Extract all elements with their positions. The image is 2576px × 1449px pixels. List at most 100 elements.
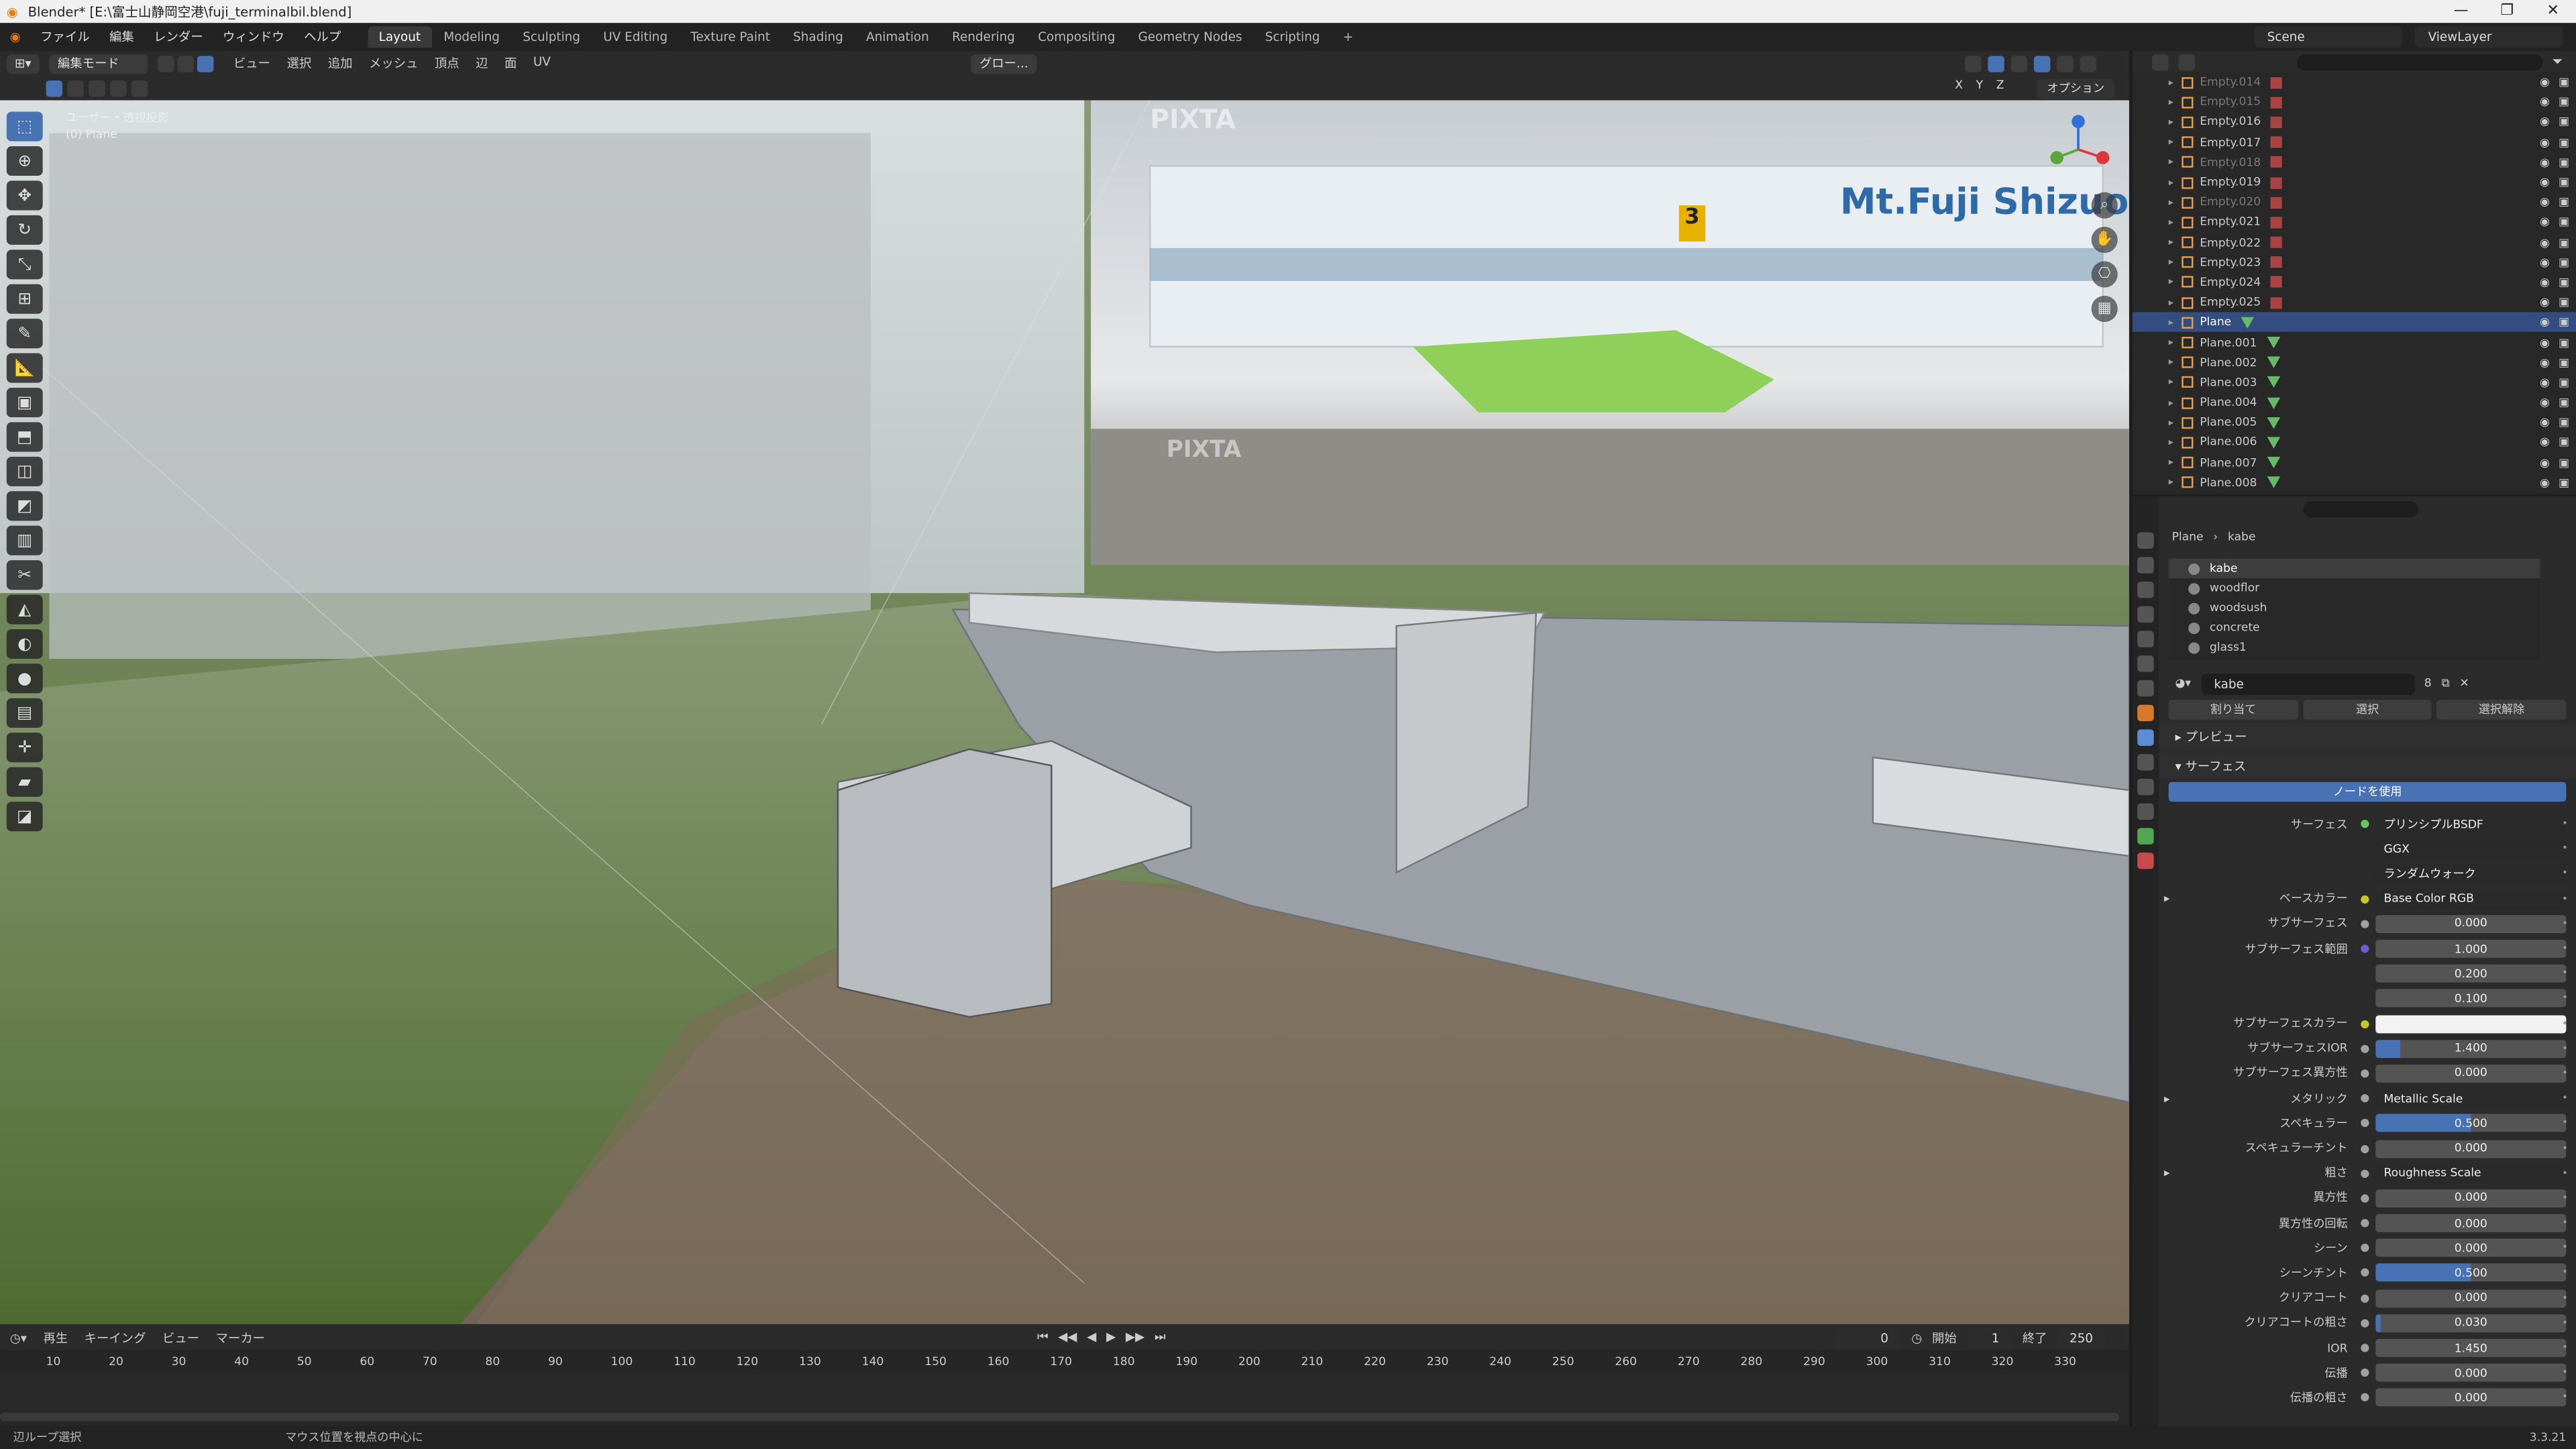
unlink-material-icon[interactable]: ✕ bbox=[2459, 677, 2469, 690]
render-camera-icon[interactable]: ▣ bbox=[2559, 196, 2569, 209]
socket-icon[interactable] bbox=[2361, 1119, 2369, 1128]
axis-y-toggle[interactable]: Y bbox=[1976, 79, 1983, 93]
visibility-eye-icon[interactable]: ◉ bbox=[2540, 96, 2550, 109]
expand-arrow-icon[interactable]: ▸ bbox=[2169, 457, 2174, 468]
property-field[interactable]: Metallic Scale bbox=[2375, 1089, 2567, 1108]
render-camera-icon[interactable]: ▣ bbox=[2559, 356, 2569, 370]
outliner-row[interactable]: ▸ Empty.025 ◉ ▣ bbox=[2133, 292, 2576, 313]
timeline-menu-item[interactable]: キーイング bbox=[85, 1328, 146, 1346]
timeline-body[interactable] bbox=[0, 1373, 2129, 1426]
expand-arrow-icon[interactable]: ▸ bbox=[2169, 277, 2174, 288]
annotate-tool-icon[interactable]: ✎ bbox=[6, 319, 43, 349]
property-field[interactable]: Base Color RGB bbox=[2375, 890, 2567, 908]
knife-tool-icon[interactable]: ✂ bbox=[6, 560, 43, 590]
keyframe-dot-icon[interactable]: • bbox=[2562, 1367, 2568, 1379]
timeline-menu-item[interactable]: 再生 bbox=[43, 1328, 68, 1346]
visibility-eye-icon[interactable]: ◉ bbox=[2540, 236, 2550, 250]
solid-shading-icon[interactable] bbox=[2033, 55, 2051, 72]
keyframe-dot-icon[interactable]: • bbox=[2562, 1342, 2568, 1354]
visibility-eye-icon[interactable]: ◉ bbox=[2540, 196, 2550, 209]
edge-select-icon[interactable] bbox=[177, 55, 195, 72]
axis-x-toggle[interactable]: X bbox=[1955, 79, 1963, 93]
play-icon[interactable]: ▶ bbox=[1106, 1329, 1116, 1345]
output-tab-icon[interactable] bbox=[2137, 581, 2154, 598]
workspace-tab[interactable]: Geometry Nodes bbox=[1127, 26, 1254, 48]
axis-z-toggle[interactable]: Z bbox=[1996, 79, 2004, 93]
keyframe-dot-icon[interactable]: • bbox=[2562, 943, 2568, 955]
property-slider[interactable]: 0.000 bbox=[2375, 914, 2567, 933]
wireframe-shading-icon[interactable] bbox=[2010, 55, 2028, 72]
expand-arrow-icon[interactable]: ▸ bbox=[2169, 156, 2174, 168]
visibility-eye-icon[interactable]: ◉ bbox=[2540, 356, 2550, 370]
material-slot[interactable]: woodflor bbox=[2169, 578, 2540, 598]
y-axis-icon[interactable] bbox=[2050, 151, 2063, 164]
visibility-eye-icon[interactable]: ◉ bbox=[2540, 456, 2550, 470]
property-slider[interactable]: 0.030 bbox=[2375, 1313, 2567, 1332]
property-slider[interactable]: 0.000 bbox=[2375, 1214, 2567, 1232]
property-field[interactable]: Roughness Scale bbox=[2375, 1164, 2567, 1183]
timeline-menu-item[interactable]: マーカー bbox=[216, 1328, 265, 1346]
outliner-row[interactable]: ▸ Empty.020 ◉ ▣ bbox=[2133, 193, 2576, 213]
outliner-row[interactable]: ▸ Plane.007 ◉ ▣ bbox=[2133, 453, 2576, 473]
next-key-icon[interactable]: ▶▶ bbox=[1126, 1329, 1144, 1345]
z-axis-icon[interactable] bbox=[2072, 115, 2085, 129]
render-camera-icon[interactable]: ▣ bbox=[2559, 96, 2569, 109]
material-shading-icon[interactable] bbox=[2057, 55, 2074, 72]
property-slider[interactable]: 0.500 bbox=[2375, 1264, 2567, 1283]
keyframe-dot-icon[interactable]: • bbox=[2562, 1168, 2568, 1179]
property-dropdown[interactable]: ランダムウォーク bbox=[2375, 865, 2567, 883]
workspace-tab[interactable]: Rendering bbox=[941, 26, 1026, 48]
expand-arrow-icon[interactable]: ▸ bbox=[2169, 337, 2174, 348]
socket-icon[interactable] bbox=[2361, 1293, 2369, 1303]
expand-arrow-icon[interactable]: ▸ bbox=[2169, 76, 2174, 88]
x-axis-icon[interactable] bbox=[2096, 151, 2110, 164]
socket-icon[interactable] bbox=[2361, 1019, 2369, 1028]
constraints-tab-icon[interactable] bbox=[2137, 803, 2154, 820]
keyframe-dot-icon[interactable]: • bbox=[2562, 1293, 2568, 1304]
timeline-ruler[interactable]: 10 20 30 40 50 60 70 80 90 100 110 120 130 140 150 160 1… bbox=[0, 1350, 2129, 1374]
render-camera-icon[interactable]: ▣ bbox=[2559, 176, 2569, 189]
socket-icon[interactable] bbox=[2361, 1094, 2369, 1103]
workspace-tab[interactable]: Scripting bbox=[1254, 26, 1332, 48]
object-tab-icon[interactable] bbox=[2137, 704, 2154, 722]
visibility-eye-icon[interactable]: ◉ bbox=[2540, 316, 2550, 329]
bevel-tool-icon[interactable]: ◩ bbox=[6, 491, 43, 521]
socket-icon[interactable] bbox=[2361, 1368, 2369, 1377]
viewport-menu-item[interactable]: 選択 bbox=[287, 54, 312, 72]
extrude-tool-icon[interactable]: ⬒ bbox=[6, 422, 43, 452]
vertex-select-icon[interactable] bbox=[158, 55, 174, 72]
select-box-icon[interactable] bbox=[46, 79, 63, 97]
add-cube-tool-icon[interactable]: ▣ bbox=[6, 387, 43, 418]
outliner-row[interactable]: ▸ Plane.006 ◉ ▣ bbox=[2133, 433, 2576, 453]
outliner-row[interactable]: ▸ Plane.004 ◉ ▣ bbox=[2133, 392, 2576, 413]
expand-arrow-icon[interactable]: ▸ bbox=[2169, 317, 2174, 328]
keyframe-dot-icon[interactable]: • bbox=[2562, 1118, 2568, 1129]
scene-tab-icon[interactable] bbox=[2137, 631, 2154, 647]
viewport-menu-item[interactable]: UV bbox=[533, 54, 551, 72]
property-slider[interactable]: 0.200 bbox=[2375, 965, 2567, 983]
keyframe-dot-icon[interactable]: • bbox=[2562, 1193, 2568, 1204]
keyframe-dot-icon[interactable]: • bbox=[2562, 843, 2568, 855]
render-camera-icon[interactable]: ▣ bbox=[2559, 396, 2569, 409]
property-slider[interactable]: 0.000 bbox=[2375, 1389, 2567, 1407]
socket-icon[interactable] bbox=[2361, 1144, 2369, 1153]
socket-icon[interactable] bbox=[2361, 845, 2369, 853]
keyframe-dot-icon[interactable]: • bbox=[2562, 993, 2568, 1004]
visibility-eye-icon[interactable]: ◉ bbox=[2540, 396, 2550, 409]
inset-tool-icon[interactable]: ◫ bbox=[6, 456, 43, 486]
keyframe-dot-icon[interactable]: • bbox=[2562, 1068, 2568, 1079]
socket-icon[interactable] bbox=[2361, 1244, 2369, 1252]
keyframe-dot-icon[interactable]: • bbox=[2562, 1018, 2568, 1029]
render-camera-icon[interactable]: ▣ bbox=[2559, 216, 2569, 229]
keyframe-dot-icon[interactable]: • bbox=[2562, 1043, 2568, 1055]
cursor-tool-icon[interactable]: ⊕ bbox=[6, 146, 43, 176]
workspace-tab[interactable]: Compositing bbox=[1026, 26, 1126, 48]
data-tab-icon[interactable] bbox=[2137, 828, 2154, 845]
expand-arrow-icon[interactable]: ▸ bbox=[2169, 417, 2174, 429]
properties-search[interactable] bbox=[2303, 500, 2418, 518]
keyframe-dot-icon[interactable]: • bbox=[2562, 968, 2568, 979]
workspace-tab[interactable]: UV Editing bbox=[592, 26, 679, 48]
camera-view-icon[interactable]: ⎔ bbox=[2091, 261, 2118, 288]
select-extend-icon[interactable] bbox=[67, 79, 84, 97]
visibility-eye-icon[interactable]: ◉ bbox=[2540, 296, 2550, 309]
